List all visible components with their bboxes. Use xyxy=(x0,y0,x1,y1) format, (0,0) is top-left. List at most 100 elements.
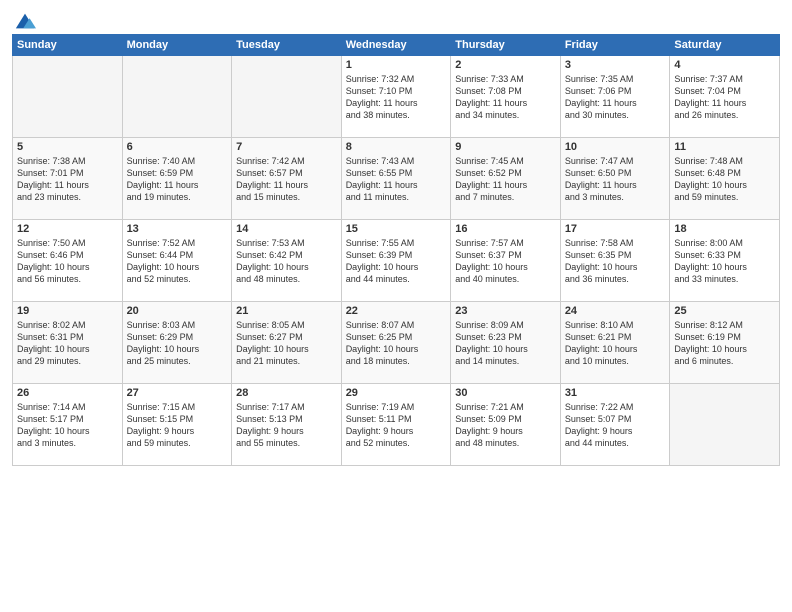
day-info: Sunrise: 7:45 AM Sunset: 6:52 PM Dayligh… xyxy=(455,155,556,204)
day-info: Sunrise: 7:53 AM Sunset: 6:42 PM Dayligh… xyxy=(236,237,337,286)
calendar-cell: 31 Sunrise: 7:22 AM Sunset: 5:07 PM Dayli… xyxy=(560,384,670,466)
calendar-cell: 3 Sunrise: 7:35 AM Sunset: 7:06 PM Daylig… xyxy=(560,56,670,138)
calendar-cell: 23Sunrise: 8:09 AM Sunset: 6:23 PM Dayli… xyxy=(451,302,561,384)
weekday-header: Friday xyxy=(560,35,670,56)
day-info: Sunrise: 8:03 AM Sunset: 6:29 PM Dayligh… xyxy=(127,319,228,368)
day-info: Sunrise: 7:33 AM Sunset: 7:08 PM Dayligh… xyxy=(455,73,556,122)
day-number: 27 xyxy=(127,387,228,399)
day-info: Sunrise: 7:38 AM Sunset: 7:01 PM Dayligh… xyxy=(17,155,118,204)
weekday-header: Saturday xyxy=(670,35,780,56)
day-info: Sunrise: 7:17 AM Sunset: 5:13 PM Dayligh… xyxy=(236,401,337,450)
calendar-cell: 5Sunrise: 7:38 AM Sunset: 7:01 PM Daylig… xyxy=(13,138,123,220)
logo-icon xyxy=(14,10,36,32)
day-info: Sunrise: 7:40 AM Sunset: 6:59 PM Dayligh… xyxy=(127,155,228,204)
calendar-cell: 19 Sunrise: 8:02 AM Sunset: 6:31 PM Dayli… xyxy=(13,302,123,384)
day-info: Sunrise: 7:50 AM Sunset: 6:46 PM Dayligh… xyxy=(17,237,118,286)
calendar-cell: 2 Sunrise: 7:33 AM Sunset: 7:08 PM Daylig… xyxy=(451,56,561,138)
calendar-cell: 26 Sunrise: 7:14 AM Sunset: 5:17 PM Dayli… xyxy=(13,384,123,466)
day-info: Sunrise: 7:42 AM Sunset: 6:57 PM Dayligh… xyxy=(236,155,337,204)
day-info: Sunrise: 7:35 AM Sunset: 7:06 PM Dayligh… xyxy=(565,73,666,122)
day-number: 1 xyxy=(346,59,447,71)
calendar-cell: 17Sunrise: 7:58 AM Sunset: 6:35 PM Dayli… xyxy=(560,220,670,302)
day-number: 31 xyxy=(565,387,666,399)
day-number: 13 xyxy=(127,223,228,235)
day-number: 20 xyxy=(127,305,228,317)
day-info: Sunrise: 7:21 AM Sunset: 5:09 PM Dayligh… xyxy=(455,401,556,450)
calendar-cell: 27 Sunrise: 7:15 AM Sunset: 5:15 PM Dayli… xyxy=(122,384,232,466)
day-number: 23 xyxy=(455,305,556,317)
day-number: 9 xyxy=(455,141,556,153)
day-number: 11 xyxy=(674,141,775,153)
main-container: SundayMondayTuesdayWednesdayThursdayFrid… xyxy=(0,0,792,472)
calendar-week-row: 19 Sunrise: 8:02 AM Sunset: 6:31 PM Dayli… xyxy=(13,302,780,384)
header xyxy=(12,10,780,28)
calendar-cell: 25Sunrise: 8:12 AM Sunset: 6:19 PM Dayli… xyxy=(670,302,780,384)
day-number: 18 xyxy=(674,223,775,235)
day-info: Sunrise: 7:58 AM Sunset: 6:35 PM Dayligh… xyxy=(565,237,666,286)
day-number: 3 xyxy=(565,59,666,71)
day-info: Sunrise: 7:15 AM Sunset: 5:15 PM Dayligh… xyxy=(127,401,228,450)
day-number: 29 xyxy=(346,387,447,399)
calendar-cell: 20 Sunrise: 8:03 AM Sunset: 6:29 PM Dayli… xyxy=(122,302,232,384)
calendar-cell: 8Sunrise: 7:43 AM Sunset: 6:55 PM Daylig… xyxy=(341,138,451,220)
calendar-cell: 10Sunrise: 7:47 AM Sunset: 6:50 PM Dayli… xyxy=(560,138,670,220)
day-number: 8 xyxy=(346,141,447,153)
day-info: Sunrise: 7:14 AM Sunset: 5:17 PM Dayligh… xyxy=(17,401,118,450)
calendar-week-row: 12 Sunrise: 7:50 AM Sunset: 6:46 PM Dayli… xyxy=(13,220,780,302)
day-info: Sunrise: 7:22 AM Sunset: 5:07 PM Dayligh… xyxy=(565,401,666,450)
day-info: Sunrise: 8:05 AM Sunset: 6:27 PM Dayligh… xyxy=(236,319,337,368)
weekday-header: Monday xyxy=(122,35,232,56)
weekday-header-row: SundayMondayTuesdayWednesdayThursdayFrid… xyxy=(13,35,780,56)
calendar-cell: 29 Sunrise: 7:19 AM Sunset: 5:11 PM Dayli… xyxy=(341,384,451,466)
day-number: 22 xyxy=(346,305,447,317)
calendar-cell: 6 Sunrise: 7:40 AM Sunset: 6:59 PM Daylig… xyxy=(122,138,232,220)
day-info: Sunrise: 7:19 AM Sunset: 5:11 PM Dayligh… xyxy=(346,401,447,450)
day-number: 28 xyxy=(236,387,337,399)
day-info: Sunrise: 7:57 AM Sunset: 6:37 PM Dayligh… xyxy=(455,237,556,286)
day-number: 21 xyxy=(236,305,337,317)
calendar-cell xyxy=(670,384,780,466)
day-info: Sunrise: 8:00 AM Sunset: 6:33 PM Dayligh… xyxy=(674,237,775,286)
day-number: 2 xyxy=(455,59,556,71)
calendar-cell: 13Sunrise: 7:52 AM Sunset: 6:44 PM Dayli… xyxy=(122,220,232,302)
day-info: Sunrise: 8:02 AM Sunset: 6:31 PM Dayligh… xyxy=(17,319,118,368)
calendar-cell: 4Sunrise: 7:37 AM Sunset: 7:04 PM Daylig… xyxy=(670,56,780,138)
calendar-cell: 15 Sunrise: 7:55 AM Sunset: 6:39 PM Dayli… xyxy=(341,220,451,302)
day-info: Sunrise: 7:55 AM Sunset: 6:39 PM Dayligh… xyxy=(346,237,447,286)
calendar-cell: 11 Sunrise: 7:48 AM Sunset: 6:48 PM Dayli… xyxy=(670,138,780,220)
calendar-week-row: 5Sunrise: 7:38 AM Sunset: 7:01 PM Daylig… xyxy=(13,138,780,220)
day-number: 7 xyxy=(236,141,337,153)
calendar-week-row: 26 Sunrise: 7:14 AM Sunset: 5:17 PM Dayli… xyxy=(13,384,780,466)
day-number: 26 xyxy=(17,387,118,399)
day-info: Sunrise: 8:12 AM Sunset: 6:19 PM Dayligh… xyxy=(674,319,775,368)
calendar-cell: 12 Sunrise: 7:50 AM Sunset: 6:46 PM Dayli… xyxy=(13,220,123,302)
day-number: 12 xyxy=(17,223,118,235)
calendar-week-row: 1 Sunrise: 7:32 AM Sunset: 7:10 PM Daylig… xyxy=(13,56,780,138)
day-number: 4 xyxy=(674,59,775,71)
logo xyxy=(12,10,36,28)
calendar-cell: 9 Sunrise: 7:45 AM Sunset: 6:52 PM Daylig… xyxy=(451,138,561,220)
calendar-cell: 7 Sunrise: 7:42 AM Sunset: 6:57 PM Daylig… xyxy=(232,138,342,220)
day-number: 15 xyxy=(346,223,447,235)
calendar-cell xyxy=(13,56,123,138)
calendar-cell: 22 Sunrise: 8:07 AM Sunset: 6:25 PM Dayli… xyxy=(341,302,451,384)
day-number: 10 xyxy=(565,141,666,153)
day-info: Sunrise: 8:07 AM Sunset: 6:25 PM Dayligh… xyxy=(346,319,447,368)
weekday-header: Wednesday xyxy=(341,35,451,56)
calendar-cell: 14 Sunrise: 7:53 AM Sunset: 6:42 PM Dayli… xyxy=(232,220,342,302)
weekday-header: Tuesday xyxy=(232,35,342,56)
day-number: 19 xyxy=(17,305,118,317)
day-info: Sunrise: 8:10 AM Sunset: 6:21 PM Dayligh… xyxy=(565,319,666,368)
day-number: 30 xyxy=(455,387,556,399)
day-number: 6 xyxy=(127,141,228,153)
calendar-cell: 18 Sunrise: 8:00 AM Sunset: 6:33 PM Dayli… xyxy=(670,220,780,302)
weekday-header: Thursday xyxy=(451,35,561,56)
day-info: Sunrise: 7:48 AM Sunset: 6:48 PM Dayligh… xyxy=(674,155,775,204)
calendar-cell: 24Sunrise: 8:10 AM Sunset: 6:21 PM Dayli… xyxy=(560,302,670,384)
calendar-cell xyxy=(122,56,232,138)
calendar-cell: 28 Sunrise: 7:17 AM Sunset: 5:13 PM Dayli… xyxy=(232,384,342,466)
calendar-cell xyxy=(232,56,342,138)
day-number: 14 xyxy=(236,223,337,235)
calendar-cell: 30 Sunrise: 7:21 AM Sunset: 5:09 PM Dayli… xyxy=(451,384,561,466)
day-info: Sunrise: 7:32 AM Sunset: 7:10 PM Dayligh… xyxy=(346,73,447,122)
